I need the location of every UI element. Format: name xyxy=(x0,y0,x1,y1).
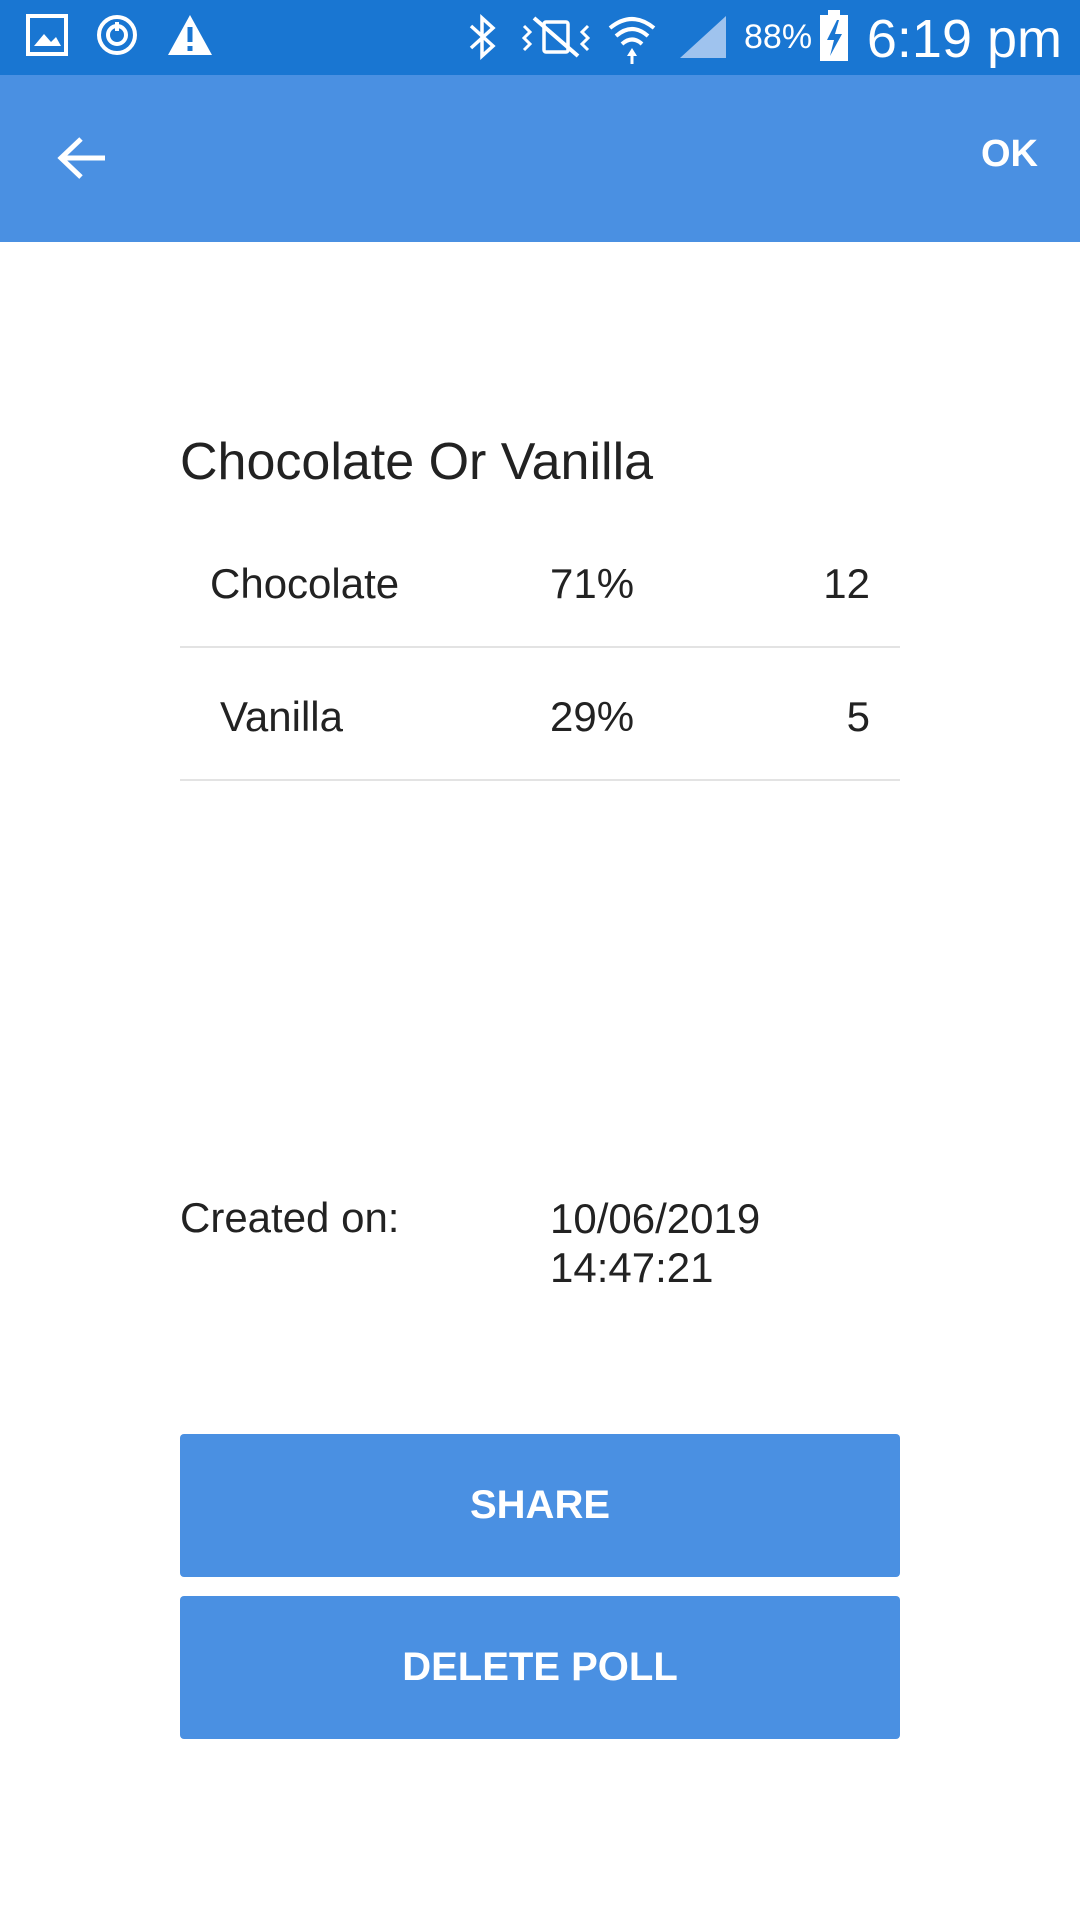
created-on-label: Created on: xyxy=(180,1194,400,1241)
warning-icon xyxy=(166,12,214,63)
back-button[interactable] xyxy=(46,125,116,195)
option-percent: 29% xyxy=(550,693,635,740)
poll-title: Chocolate Or Vanilla xyxy=(180,433,654,491)
arrow-left-icon xyxy=(55,135,107,186)
option-count: 5 xyxy=(846,693,870,740)
ok-button[interactable]: OK xyxy=(981,133,1038,176)
cellular-signal-icon xyxy=(676,12,730,67)
app-bar: OK xyxy=(0,75,1080,242)
share-button[interactable]: SHARE xyxy=(180,1434,900,1577)
sync-icon xyxy=(94,12,140,63)
created-date: 10/06/2019 xyxy=(550,1195,761,1242)
poll-result-row: Vanilla 29% 5 xyxy=(180,647,900,781)
vibrate-muted-icon xyxy=(520,12,592,67)
option-label: Chocolate xyxy=(210,560,400,607)
option-count: 12 xyxy=(823,560,870,607)
option-label: Vanilla xyxy=(220,693,343,740)
created-on-value: 10/06/2019 14:47:21 xyxy=(550,1194,760,1292)
status-clock: 6:19 pm xyxy=(866,9,1062,69)
poll-result-row: Chocolate 71% 12 xyxy=(180,514,900,648)
wifi-icon xyxy=(606,12,658,71)
battery-charging-icon xyxy=(818,10,850,67)
battery-percentage: 88% xyxy=(744,18,813,56)
bluetooth-icon xyxy=(465,12,501,67)
delete-poll-button[interactable]: DELETE POLL xyxy=(180,1596,900,1739)
gallery-icon xyxy=(24,12,70,63)
option-percent: 71% xyxy=(550,560,635,607)
status-bar: 88% 6:19 pm xyxy=(0,0,1080,75)
created-time: 14:47:21 xyxy=(550,1244,714,1291)
